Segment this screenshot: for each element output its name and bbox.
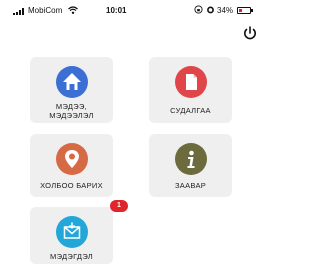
tile-contact[interactable]: ХОЛБОО БАРИХ [30, 134, 113, 197]
power-button[interactable] [242, 25, 258, 41]
info-icon [187, 150, 194, 168]
battery-level-fill [239, 9, 242, 12]
tile-survey-label: СУДАЛГАА [170, 106, 211, 115]
tile-notifications-label: МЭДЭГДЭЛ [50, 252, 93, 261]
notification-badge: 1 [110, 200, 128, 212]
tile-news-label-line2: МЭДЭЭЛЭЛ [49, 111, 94, 120]
contact-icon-circle [55, 143, 88, 175]
rotation-lock-icon [194, 5, 203, 14]
carrier-name: MobiCom [28, 6, 63, 15]
battery-icon [237, 7, 251, 14]
tile-survey[interactable]: СУДАЛГАА [149, 57, 232, 123]
alarm-icon [207, 6, 214, 14]
news-icon-circle [55, 66, 88, 98]
status-bar: MobiCom 10:01 34% [0, 0, 263, 22]
tile-notifications[interactable]: МЭДЭГДЭЛ [30, 207, 113, 264]
signal-strength-icon [13, 8, 25, 15]
home-icon [62, 73, 81, 90]
document-icon [185, 74, 197, 90]
tile-guide-label: ЗААВАР [174, 181, 207, 190]
mail-icon [63, 222, 80, 239]
battery-percent: 34% [217, 6, 234, 15]
location-pin-icon [64, 150, 79, 168]
tile-news[interactable]: МЭДЭЭ, МЭДЭЭЛЭЛ [30, 57, 113, 123]
battery-tip [251, 9, 253, 12]
notifications-icon-circle [55, 216, 88, 248]
tile-news-label-line1: МЭДЭЭ, [55, 102, 88, 111]
tile-contact-label: ХОЛБОО БАРИХ [40, 181, 103, 190]
wifi-icon [68, 6, 78, 14]
tile-guide[interactable]: ЗААВАР [149, 134, 232, 197]
survey-icon-circle [174, 66, 207, 98]
guide-icon-circle [174, 143, 207, 175]
status-time: 10:01 [106, 6, 127, 15]
